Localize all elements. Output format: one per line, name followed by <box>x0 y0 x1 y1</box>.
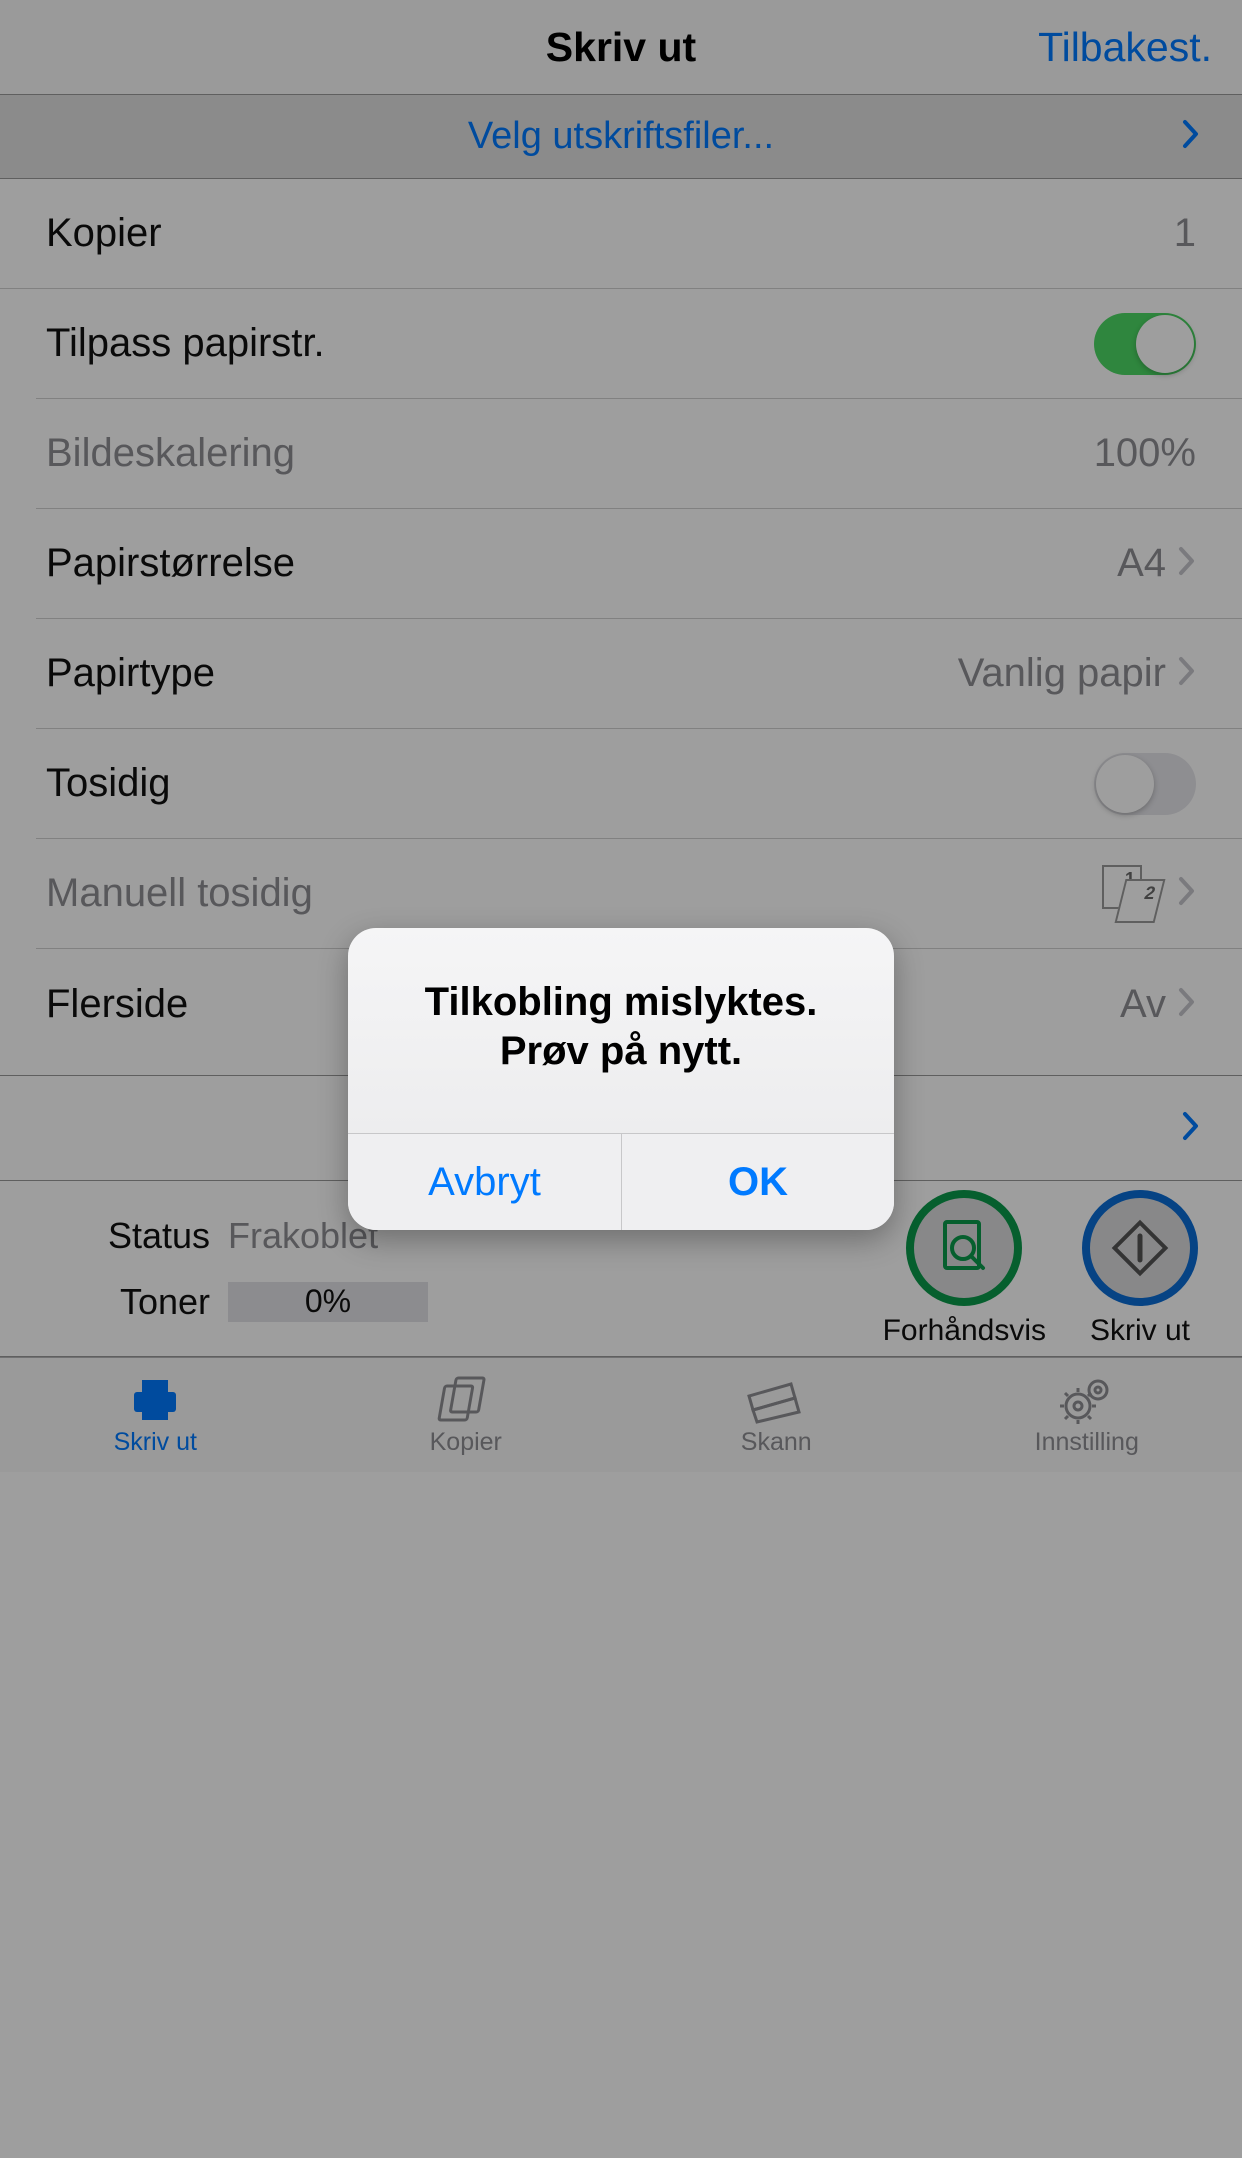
alert-cancel-button[interactable]: Avbryt <box>348 1134 621 1230</box>
alert-ok-button[interactable]: OK <box>621 1134 894 1230</box>
alert-message: Tilkobling mislyktes. Prøv på nytt. <box>348 928 894 1134</box>
modal-overlay: Tilkobling mislyktes. Prøv på nytt. Avbr… <box>0 0 1242 2158</box>
alert-dialog: Tilkobling mislyktes. Prøv på nytt. Avbr… <box>348 928 894 1231</box>
alert-actions: Avbryt OK <box>348 1133 894 1230</box>
